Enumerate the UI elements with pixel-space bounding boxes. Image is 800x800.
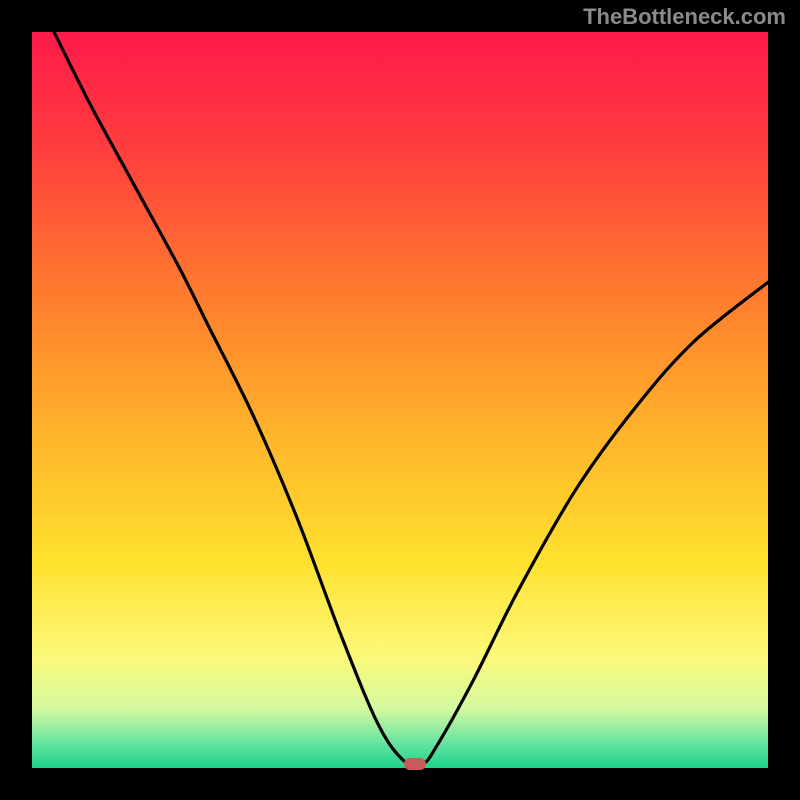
watermark-text: TheBottleneck.com <box>583 4 786 30</box>
optimal-point-marker <box>404 758 426 770</box>
chart-plot-area <box>32 32 768 768</box>
chart-curve <box>32 32 768 768</box>
